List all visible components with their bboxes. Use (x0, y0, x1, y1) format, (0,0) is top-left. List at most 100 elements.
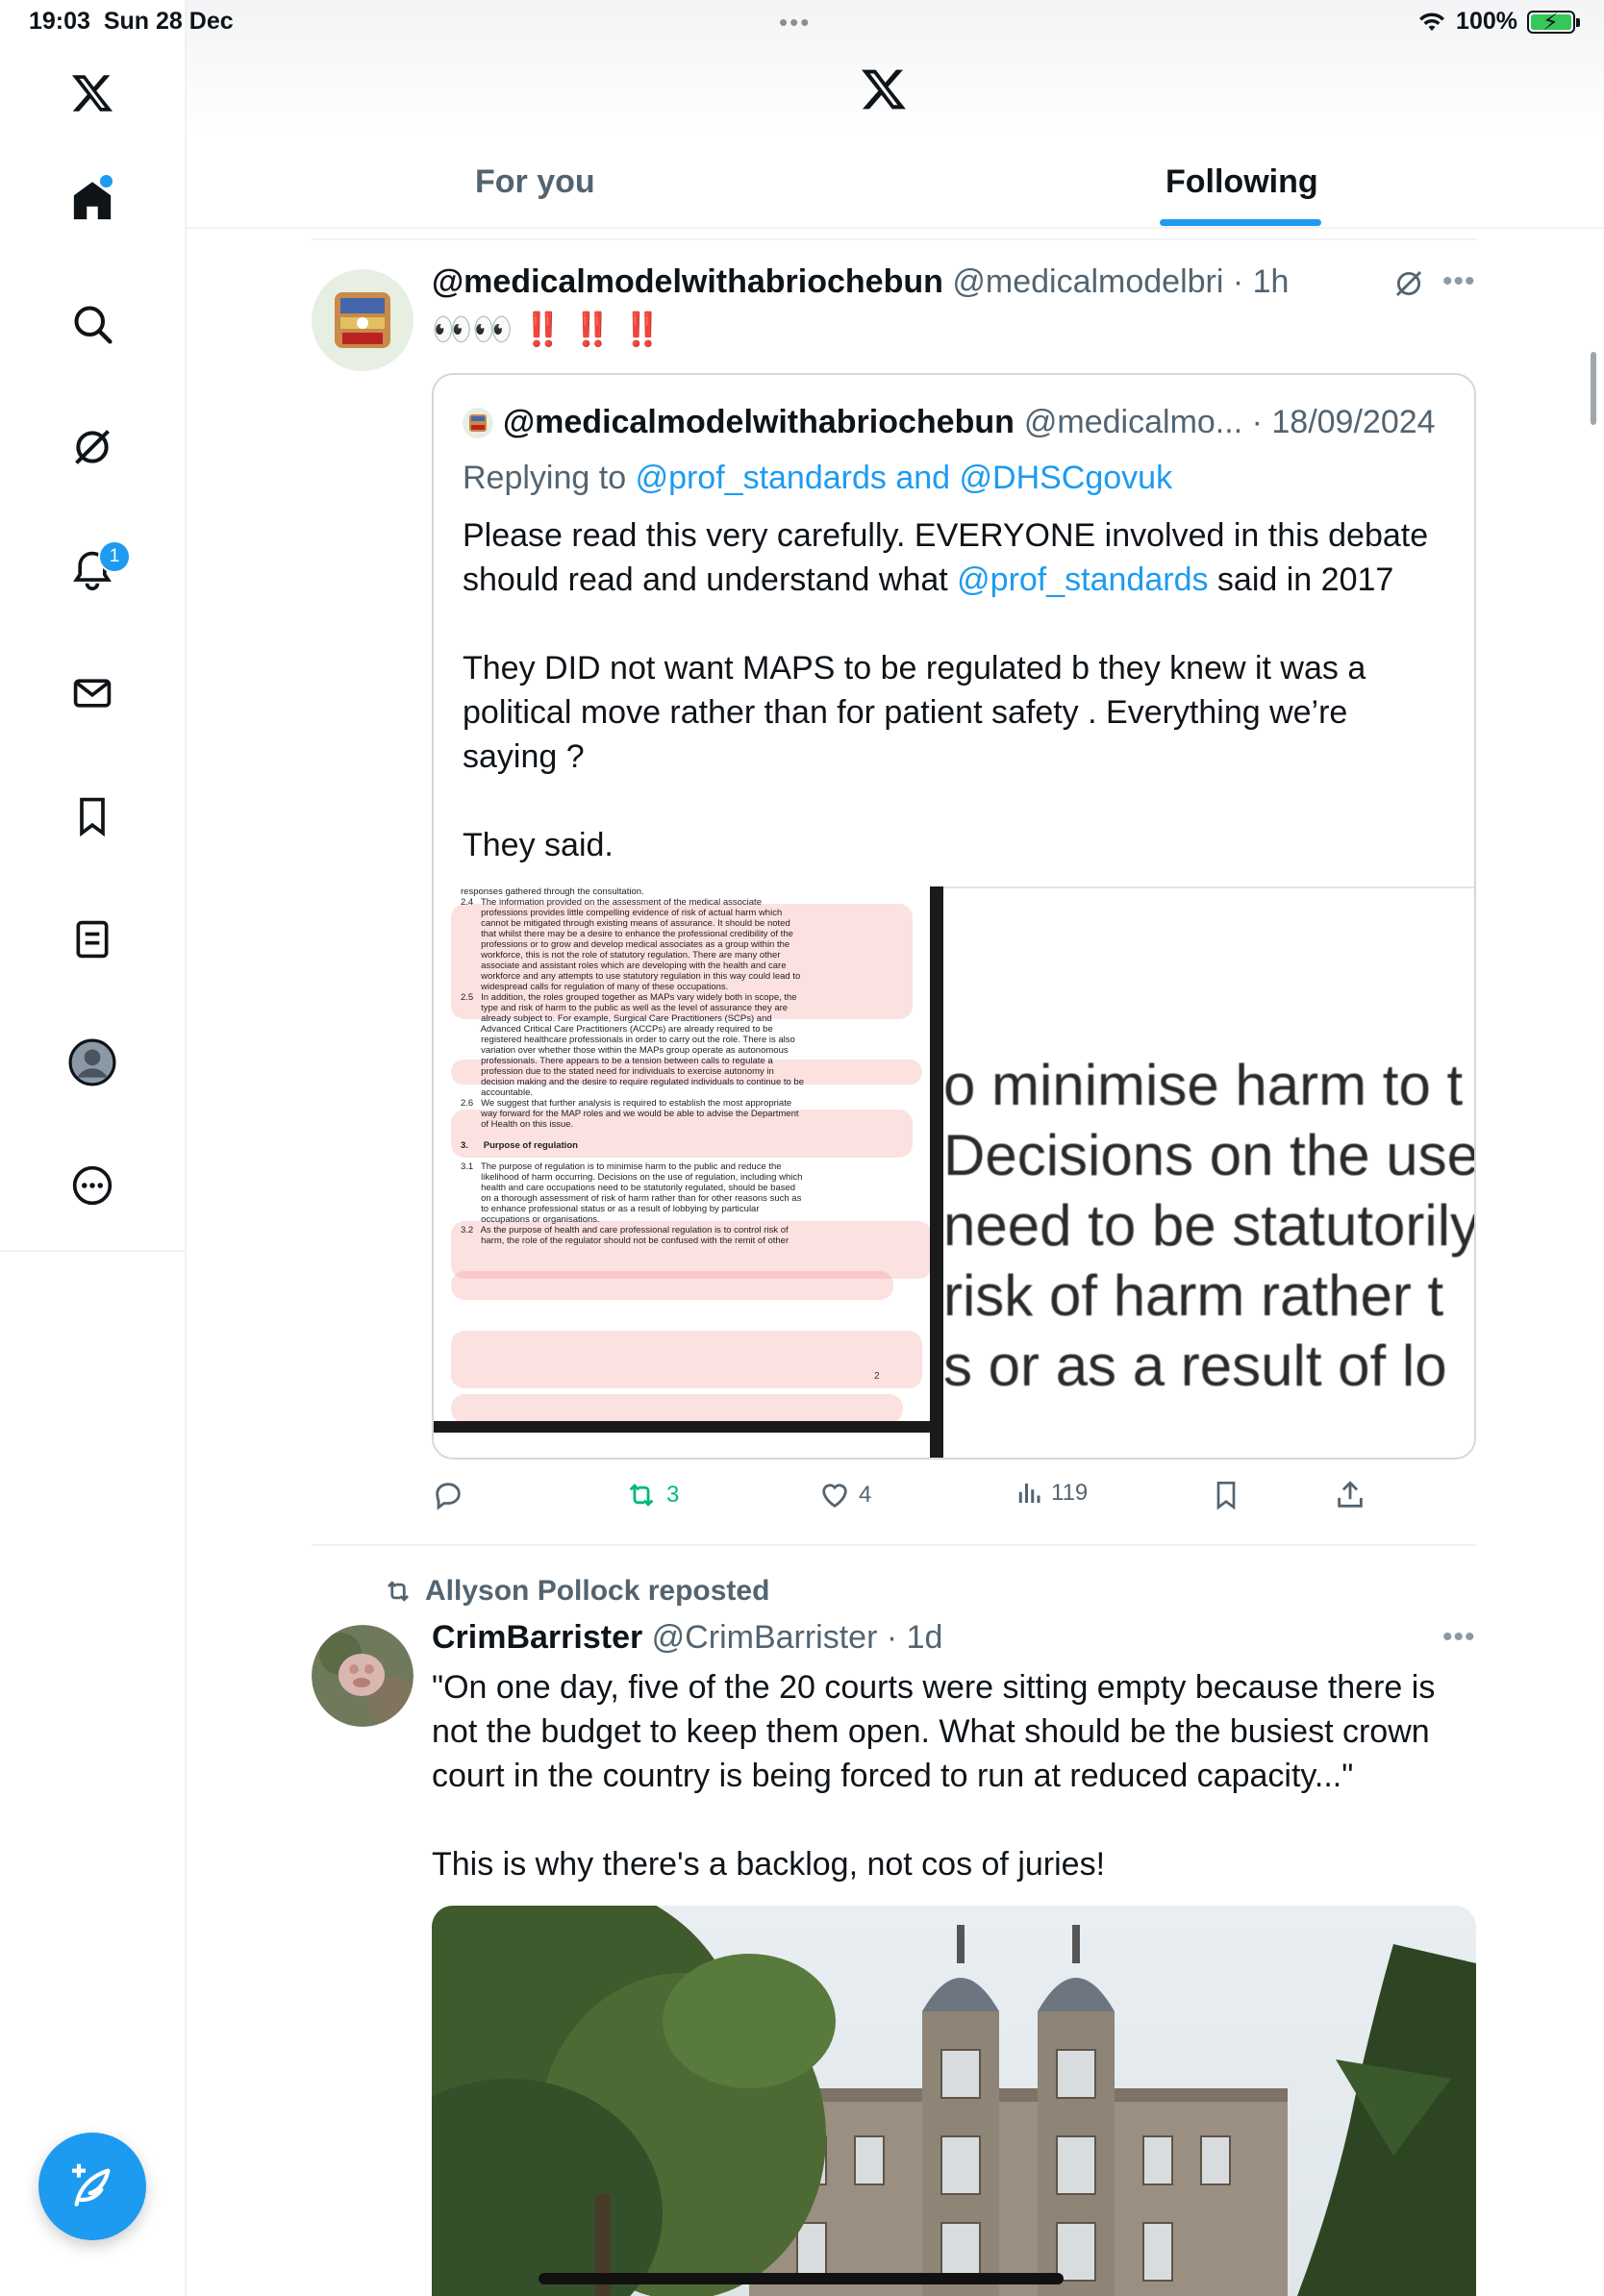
quote-handle: @medicalmo... (1023, 404, 1243, 440)
repost-count: 3 (666, 1482, 680, 1508)
replying-to-mentions[interactable]: @prof_standards and @DHSCgovuk (636, 460, 1173, 496)
zoomed-line: need to be statutorily (943, 1193, 1476, 1258)
share-button[interactable] (1334, 1479, 1366, 1511)
document-line: registered healthcare professionals in o… (461, 1035, 795, 1045)
display-name[interactable]: CrimBarrister (432, 1619, 642, 1656)
document-line: 3.1 The purpose of regulation is to mini… (461, 1161, 782, 1172)
more-dots-icon[interactable]: ••• (1442, 265, 1476, 298)
dot-separator: · (1223, 263, 1253, 300)
document-line: way forward for the MAP roles and we wou… (461, 1109, 799, 1119)
quote-display-name: @medicalmodelwithabriochebun (503, 404, 1015, 440)
document-line: workforce and any attempts to use statut… (461, 971, 801, 982)
document-line: associate and assistant roles which are … (461, 961, 787, 971)
like-count: 4 (859, 1482, 872, 1508)
avatar[interactable] (312, 269, 414, 371)
bookmark-button[interactable] (1211, 1479, 1241, 1511)
document-text: responses gathered through the consultat… (461, 886, 932, 1246)
home-new-dot (100, 175, 113, 187)
status-right: 100% ⚡ (1417, 8, 1580, 36)
profile-icon[interactable] (68, 1038, 116, 1086)
display-name[interactable]: @medicalmodelwithabriochebun (432, 263, 943, 300)
repost-button[interactable]: 3 (624, 1479, 679, 1511)
zoomed-line: o minimise harm to t (943, 1053, 1464, 1117)
document-line: 2.5 In addition, the roles grouped toget… (461, 992, 797, 1003)
document-line: health and care occupations need to be s… (461, 1183, 796, 1193)
document-border-bottom (434, 1421, 943, 1433)
tweet-text: "On one day, five of the 20 courts were … (432, 1669, 1436, 1883)
list-icon[interactable] (68, 915, 116, 963)
document-line: decision making and the desire to requir… (461, 1077, 804, 1087)
document-line: cannot be mitigated through existing mea… (461, 918, 790, 929)
timestamp[interactable]: 1h (1253, 263, 1290, 300)
like-icon (822, 1484, 847, 1509)
document-line: on a thorough assessment of risk of harm… (461, 1193, 802, 1204)
tweet-actions: 3 4 119 (432, 1479, 1393, 1517)
like-button[interactable]: 4 (818, 1479, 871, 1511)
repost-context-icon (388, 1581, 409, 1602)
document-line: already subject to. For example, Surgica… (461, 1013, 772, 1024)
quoted-tweet[interactable]: @medicalmodelwithabriochebun @medicalmo.… (432, 373, 1476, 1460)
status-time-text: 19:03 (29, 8, 90, 35)
bookmark-icon[interactable] (68, 792, 116, 840)
handle[interactable]: @CrimBarrister (652, 1619, 878, 1656)
document-line: 2.4 The information provided on the asse… (461, 897, 762, 908)
repost-icon (629, 1484, 654, 1507)
notification-badge: 1 (98, 540, 131, 573)
timestamp[interactable]: 1d (907, 1619, 943, 1656)
tab-following[interactable]: Following (1165, 163, 1318, 201)
home-indicator[interactable] (539, 2273, 1064, 2284)
quote-mention-link[interactable]: @prof_standards (957, 562, 1208, 598)
quote-text: Please read this very carefully. EVERYON… (463, 513, 1443, 867)
feed-top-divider (312, 238, 1477, 240)
document-page-number: 2 (874, 1371, 880, 1382)
sidebar-divider (0, 1250, 185, 1252)
x-header-logo-icon (860, 65, 908, 118)
document-line: to enhance professional status or as a r… (461, 1204, 760, 1214)
quote-text-part2: said in 2017 They DID not want MAPS to b… (463, 562, 1394, 863)
views-icon (1018, 1484, 1040, 1503)
repost-label[interactable]: Allyson Pollock reposted (425, 1575, 769, 1608)
reply-button[interactable] (432, 1479, 472, 1511)
document-line: profession due to the stated need for in… (461, 1066, 774, 1077)
replying-to: Replying to @prof_standards and @DHSCgov… (463, 460, 1172, 497)
quote-date: 18/09/2024 (1271, 404, 1436, 440)
reply-icon (436, 1483, 461, 1510)
tab-for-you[interactable]: For you (475, 163, 595, 201)
document-border-right (930, 886, 943, 1458)
share-icon (1338, 1481, 1363, 1508)
quote-image-zoomed[interactable]: o minimise harm to t Decisions on the use… (943, 886, 1476, 1458)
zoomed-text: o minimise harm to t Decisions on the use… (943, 1050, 1476, 1401)
multitask-dots[interactable]: ••• (779, 8, 811, 37)
more-circle-icon[interactable] (68, 1161, 116, 1210)
document-line: likelihood of harm occurring. Decisions … (461, 1172, 803, 1183)
views-button[interactable]: 119 (1015, 1479, 1088, 1508)
bookmark-action-icon (1216, 1482, 1236, 1510)
compose-button[interactable] (38, 2133, 146, 2240)
quote-image-document[interactable]: responses gathered through the consultat… (434, 886, 943, 1458)
document-line: harm, the role of the regulator should n… (461, 1235, 789, 1246)
battery-percent: 100% (1456, 8, 1517, 35)
tweet-photo[interactable] (432, 1906, 1476, 2296)
replying-prefix: Replying to (463, 460, 627, 496)
notification-count: 1 (109, 546, 120, 566)
zoomed-line: risk of harm rather t (943, 1263, 1444, 1328)
zoomed-line: Decisions on the use (943, 1123, 1476, 1187)
scrollbar-thumb[interactable] (1591, 352, 1596, 425)
grok-icon[interactable] (68, 423, 116, 471)
handle[interactable]: @medicalmodelbri (952, 263, 1223, 300)
document-line: widespread calls for regulation of many … (461, 982, 729, 992)
mail-icon[interactable] (68, 669, 116, 717)
document-line: that whilst there may be a desire to enh… (461, 929, 793, 939)
sidebar: 1 (0, 0, 187, 2296)
tweet-header: CrimBarrister @CrimBarrister · 1d (432, 1619, 942, 1657)
status-bar: 19:03 Sun 28 Dec ••• 100% ⚡ (0, 0, 1604, 46)
more-dots-icon[interactable]: ••• (1442, 1621, 1476, 1654)
avatar[interactable] (312, 1625, 414, 1727)
view-count: 119 (1051, 1480, 1089, 1506)
tweet-header: @medicalmodelwithabriochebun @medicalmod… (432, 263, 1289, 301)
x-logo-icon[interactable] (68, 69, 116, 117)
grok-analyze-icon[interactable] (1392, 267, 1425, 305)
quote-header: @medicalmodelwithabriochebun @medicalmo.… (463, 404, 1436, 441)
search-icon[interactable] (68, 300, 116, 348)
